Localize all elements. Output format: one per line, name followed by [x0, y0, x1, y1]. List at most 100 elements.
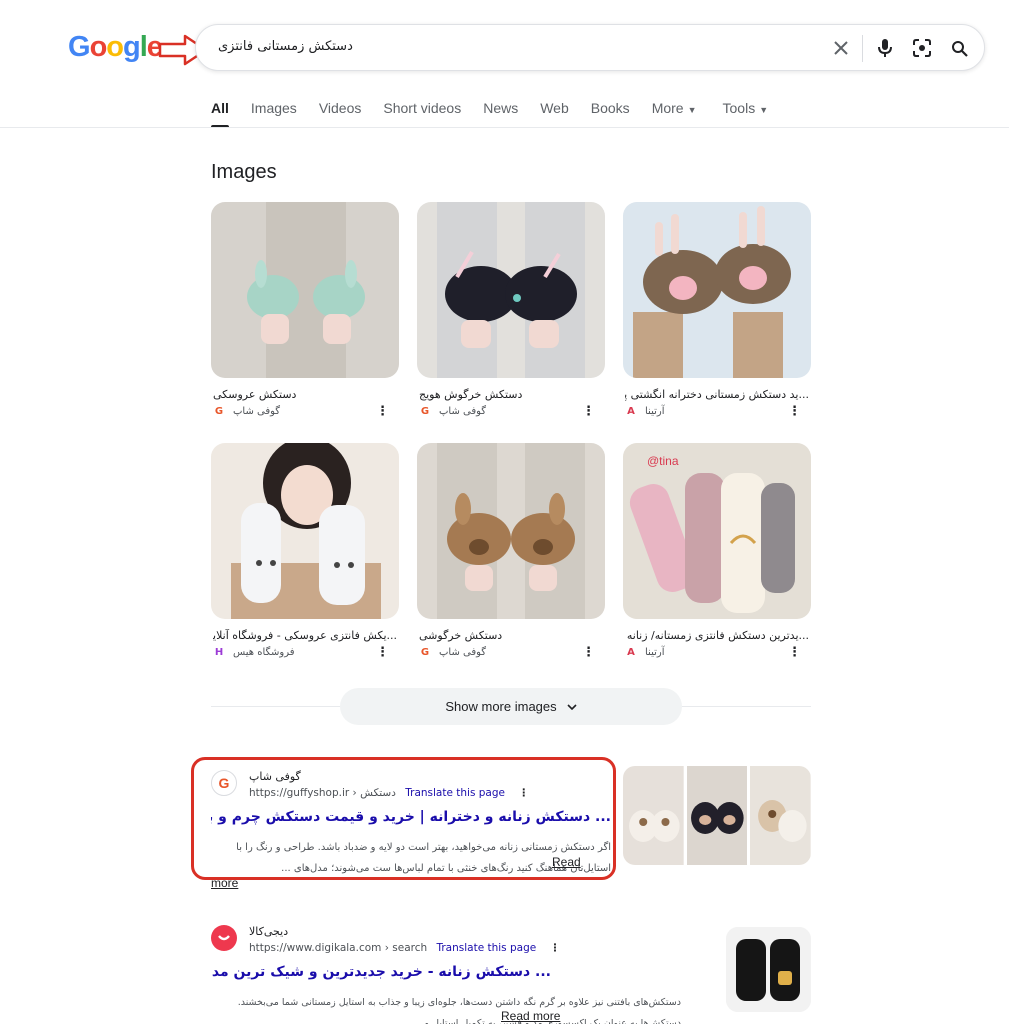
image-result[interactable]: دستکش خرگوش هویج G گوفی شاپ ⋮: [417, 202, 605, 419]
show-more-images-label: Show more images: [445, 699, 557, 714]
caret-down-icon: ▼: [687, 105, 697, 115]
snippet-line: دستکش‌های بافتنی نیز علاوه بر گرم نگه دا…: [237, 997, 681, 1008]
result-thumbnail[interactable]: [623, 766, 684, 865]
tab-short-videos[interactable]: Short videos: [383, 100, 461, 128]
read-more-link[interactable]: Read: [552, 855, 581, 869]
source-favicon-icon: G: [420, 406, 430, 417]
image-result[interactable]: ...ید دستکش زمستانی دخترانه انگشتی پشما …: [623, 202, 811, 419]
read-more-link[interactable]: more: [211, 876, 238, 890]
clear-icon[interactable]: [830, 37, 852, 59]
result-url-line: https://www.digikala.com › search Transl…: [249, 942, 560, 954]
result-thumbnail[interactable]: [726, 927, 811, 1012]
site-favicon-icon[interactable]: G: [211, 770, 237, 796]
source-favicon-icon: G: [420, 647, 430, 658]
more-options-icon[interactable]: ⋮: [518, 787, 529, 799]
more-options-icon[interactable]: ⋮: [582, 404, 595, 419]
caret-down-icon: ▼: [759, 105, 769, 115]
source-favicon-icon: H: [214, 647, 224, 658]
image-title[interactable]: دستکش خرگوشی: [419, 629, 603, 642]
search-result: G گوفی شاپ https://guffyshop.ir › دستکش …: [211, 770, 616, 890]
search-tabs: All Images Videos Short videos News Web …: [211, 100, 790, 128]
tab-more[interactable]: More ▼: [652, 100, 697, 128]
search-divider: [862, 35, 863, 62]
image-thumbnail[interactable]: [623, 202, 811, 378]
result-snippet: دستکش‌های بافتنی نیز علاوه بر گرم نگه دا…: [211, 992, 681, 1024]
read-more-link[interactable]: Read more: [501, 1009, 560, 1023]
source-name: گوفی شاپ: [439, 647, 487, 658]
source-name: گوفی شاپ: [233, 406, 281, 417]
site-favicon-icon[interactable]: [211, 925, 237, 951]
tab-books[interactable]: Books: [591, 100, 630, 128]
snippet-line: دستکش‌ها به عنوان یک اکسسوری مد و فشن، ب…: [412, 1018, 681, 1024]
image-source[interactable]: A آرتینا ⋮: [625, 404, 809, 420]
tab-news[interactable]: News: [483, 100, 518, 128]
search-result: دیجی‌کالا https://www.digikala.com › sea…: [211, 925, 681, 1024]
image-thumbnail[interactable]: [417, 443, 605, 619]
site-name[interactable]: دیجی‌کالا: [249, 925, 288, 938]
search-box[interactable]: دستکش زمستانی فانتزی: [195, 24, 985, 71]
search-icon[interactable]: [948, 37, 970, 59]
tab-tools-label: Tools: [722, 100, 756, 116]
image-result[interactable]: دستکش عروسکی G گوفی شاپ ⋮: [211, 202, 399, 419]
lens-camera-icon[interactable]: [911, 37, 933, 59]
images-heading: Images: [211, 161, 277, 183]
translate-link[interactable]: Translate this page: [436, 942, 536, 954]
more-options-icon[interactable]: ⋮: [788, 404, 801, 419]
svg-text:@tina: @tina: [647, 454, 679, 468]
more-options-icon[interactable]: ⋮: [376, 404, 389, 419]
header-divider: [0, 127, 1009, 128]
more-options-icon[interactable]: ⋮: [788, 645, 801, 660]
result-thumbnail[interactable]: [686, 766, 748, 865]
microphone-icon[interactable]: [874, 37, 896, 59]
source-name: آرتینا: [645, 647, 665, 658]
translate-link[interactable]: Translate this page: [405, 787, 505, 799]
result-thumbnails[interactable]: [623, 766, 811, 865]
source-name: آرتینا: [645, 406, 665, 417]
image-thumbnail[interactable]: [211, 202, 399, 378]
image-thumbnail[interactable]: [417, 202, 605, 378]
image-title[interactable]: ...یدترین دستکش فانتزی زمستانه/ زنانه و …: [625, 629, 809, 642]
result-title[interactable]: ... دستکش زنانه و دخترانه | خرید و قیمت …: [211, 809, 611, 825]
tab-tools[interactable]: Tools ▼: [723, 100, 769, 128]
site-name[interactable]: گوفی شاپ: [249, 770, 301, 783]
result-url-line: https://guffyshop.ir › دستکش Translate t…: [249, 787, 529, 799]
image-source[interactable]: H فروشگاه هیس ⋮: [213, 645, 397, 661]
snippet-line: اگر دستکش زمستانی زنانه می‌خواهید، بهتر …: [236, 842, 611, 853]
result-thumbnail[interactable]: [750, 766, 811, 865]
google-logo[interactable]: Google: [68, 31, 163, 64]
image-source[interactable]: A آرتینا ⋮: [625, 645, 809, 661]
result-url[interactable]: https://guffyshop.ir › دستکش: [249, 787, 396, 799]
image-title[interactable]: دستکش خرگوش هویج: [419, 388, 603, 401]
result-snippet: اگر دستکش زمستانی زنانه می‌خواهید، بهتر …: [211, 837, 611, 879]
more-options-icon[interactable]: ⋮: [376, 645, 389, 660]
tab-all[interactable]: All: [211, 100, 229, 128]
image-result[interactable]: ...یکش فانتزی عروسکی - فروشگاه آنلاین H …: [211, 443, 399, 660]
more-options-icon[interactable]: ⋮: [550, 942, 561, 954]
image-title[interactable]: ...ید دستکش زمستانی دخترانه انگشتی پشما: [625, 388, 809, 401]
show-more-images-button[interactable]: Show more images: [340, 688, 682, 725]
snippet-line: استایل‌تان هماهنگ کنید رنگ‌های خنثی با ت…: [281, 863, 611, 874]
image-thumbnail[interactable]: @tina: [623, 443, 811, 619]
result-url[interactable]: https://www.digikala.com › search: [249, 942, 427, 954]
tab-images[interactable]: Images: [251, 100, 297, 128]
source-favicon-icon: A: [627, 406, 635, 417]
image-source[interactable]: G گوفی شاپ ⋮: [419, 404, 603, 420]
chevron-down-icon: [567, 703, 577, 710]
source-favicon-icon: G: [214, 406, 224, 417]
source-favicon-icon: A: [627, 647, 635, 658]
image-source[interactable]: G گوفی شاپ ⋮: [213, 404, 397, 420]
image-title[interactable]: ...یکش فانتزی عروسکی - فروشگاه آنلاین: [213, 629, 397, 642]
image-title[interactable]: دستکش عروسکی: [213, 388, 397, 401]
tab-more-label: More: [651, 100, 684, 116]
more-options-icon[interactable]: ⋮: [582, 645, 595, 660]
image-result[interactable]: دستکش خرگوشی G گوفی شاپ ⋮: [417, 443, 605, 660]
image-result[interactable]: @tina ...یدترین دستکش فانتزی زمستانه/ زن…: [623, 443, 811, 660]
tab-videos[interactable]: Videos: [319, 100, 362, 128]
image-thumbnail[interactable]: [211, 443, 399, 619]
search-input[interactable]: دستکش زمستانی فانتزی: [218, 39, 353, 54]
image-source[interactable]: G گوفی شاپ ⋮: [419, 645, 603, 661]
result-title[interactable]: ... دستکش زنانه - خرید جدیدترین و شیک تر…: [211, 964, 551, 980]
source-name: فروشگاه هیس: [233, 647, 295, 658]
source-name: گوفی شاپ: [439, 406, 487, 417]
tab-web[interactable]: Web: [540, 100, 569, 128]
